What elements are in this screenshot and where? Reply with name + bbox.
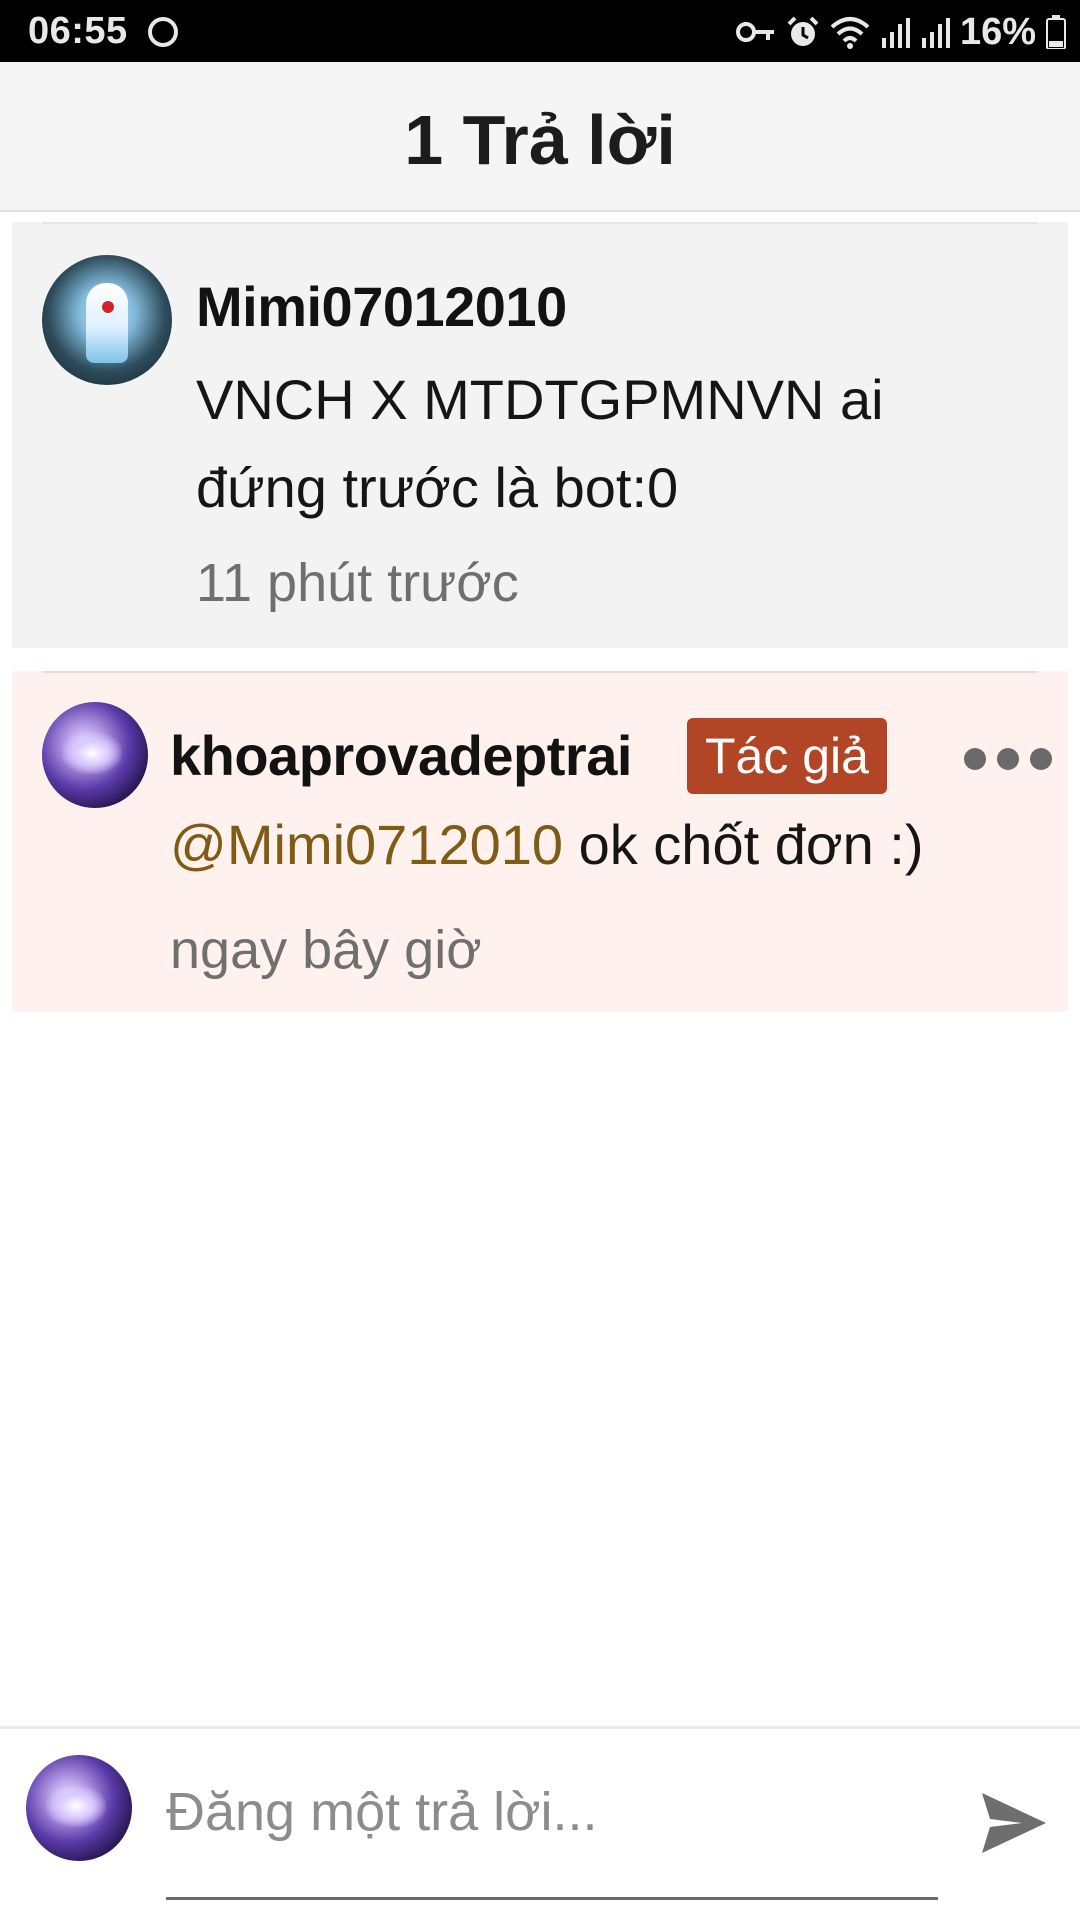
avatar[interactable] (42, 255, 172, 385)
signal-icon (881, 18, 910, 48)
comment-text: VNCH X MTDTGPMNVN ai đứng trước là bot:0 (196, 368, 884, 519)
reply-comment: khoaprovadeptrai Tác giả @Mimi0712010 ok… (12, 671, 1068, 1011)
send-icon[interactable] (978, 1787, 1050, 1859)
reply-username[interactable]: khoaprovadeptrai (170, 723, 632, 788)
input-underline (166, 1897, 938, 1900)
original-comment: Mimi07012010 VNCH X MTDTGPMNVN ai đứng t… (12, 222, 1068, 648)
mention-link[interactable]: @Mimi0712010 (170, 813, 563, 876)
reply-input[interactable] (166, 1767, 938, 1857)
wifi-icon (830, 17, 870, 49)
page-title: 1 Trả lời (404, 101, 676, 179)
battery-icon (1046, 15, 1066, 49)
more-options-icon[interactable] (964, 745, 1052, 773)
status-time: 06:55 (28, 10, 128, 52)
more-dot (997, 748, 1019, 770)
avatar-figure (86, 283, 128, 363)
sync-circle-icon (148, 17, 178, 47)
status-icons: 16% (735, 8, 1066, 56)
alarm-icon (787, 16, 819, 46)
author-badge: Tác giả (687, 718, 887, 794)
signal-icon (921, 18, 950, 48)
comment-timestamp: 11 phút trước (196, 553, 519, 613)
divider (42, 222, 1038, 224)
more-dot (964, 748, 986, 770)
more-dot (1030, 748, 1052, 770)
avatar[interactable] (42, 702, 148, 808)
reply-timestamp: ngay bây giờ (170, 920, 482, 980)
reply-body: ok chốt đơn :) (563, 813, 924, 876)
avatar-glow (46, 1785, 106, 1827)
reply-composer (0, 1726, 1080, 1920)
page-header: 1 Trả lời (0, 62, 1080, 212)
vpn-key-icon (735, 22, 774, 42)
comment-username[interactable]: Mimi07012010 (196, 274, 567, 339)
reply-text: @Mimi0712010 ok chốt đơn :) (170, 801, 1050, 889)
avatar-detail (102, 301, 114, 313)
avatar-glow (62, 732, 122, 774)
battery-percent: 16% (959, 10, 1036, 53)
current-user-avatar (26, 1755, 132, 1861)
divider (42, 671, 1038, 673)
status-bar: 06:55 16% (0, 0, 1080, 62)
